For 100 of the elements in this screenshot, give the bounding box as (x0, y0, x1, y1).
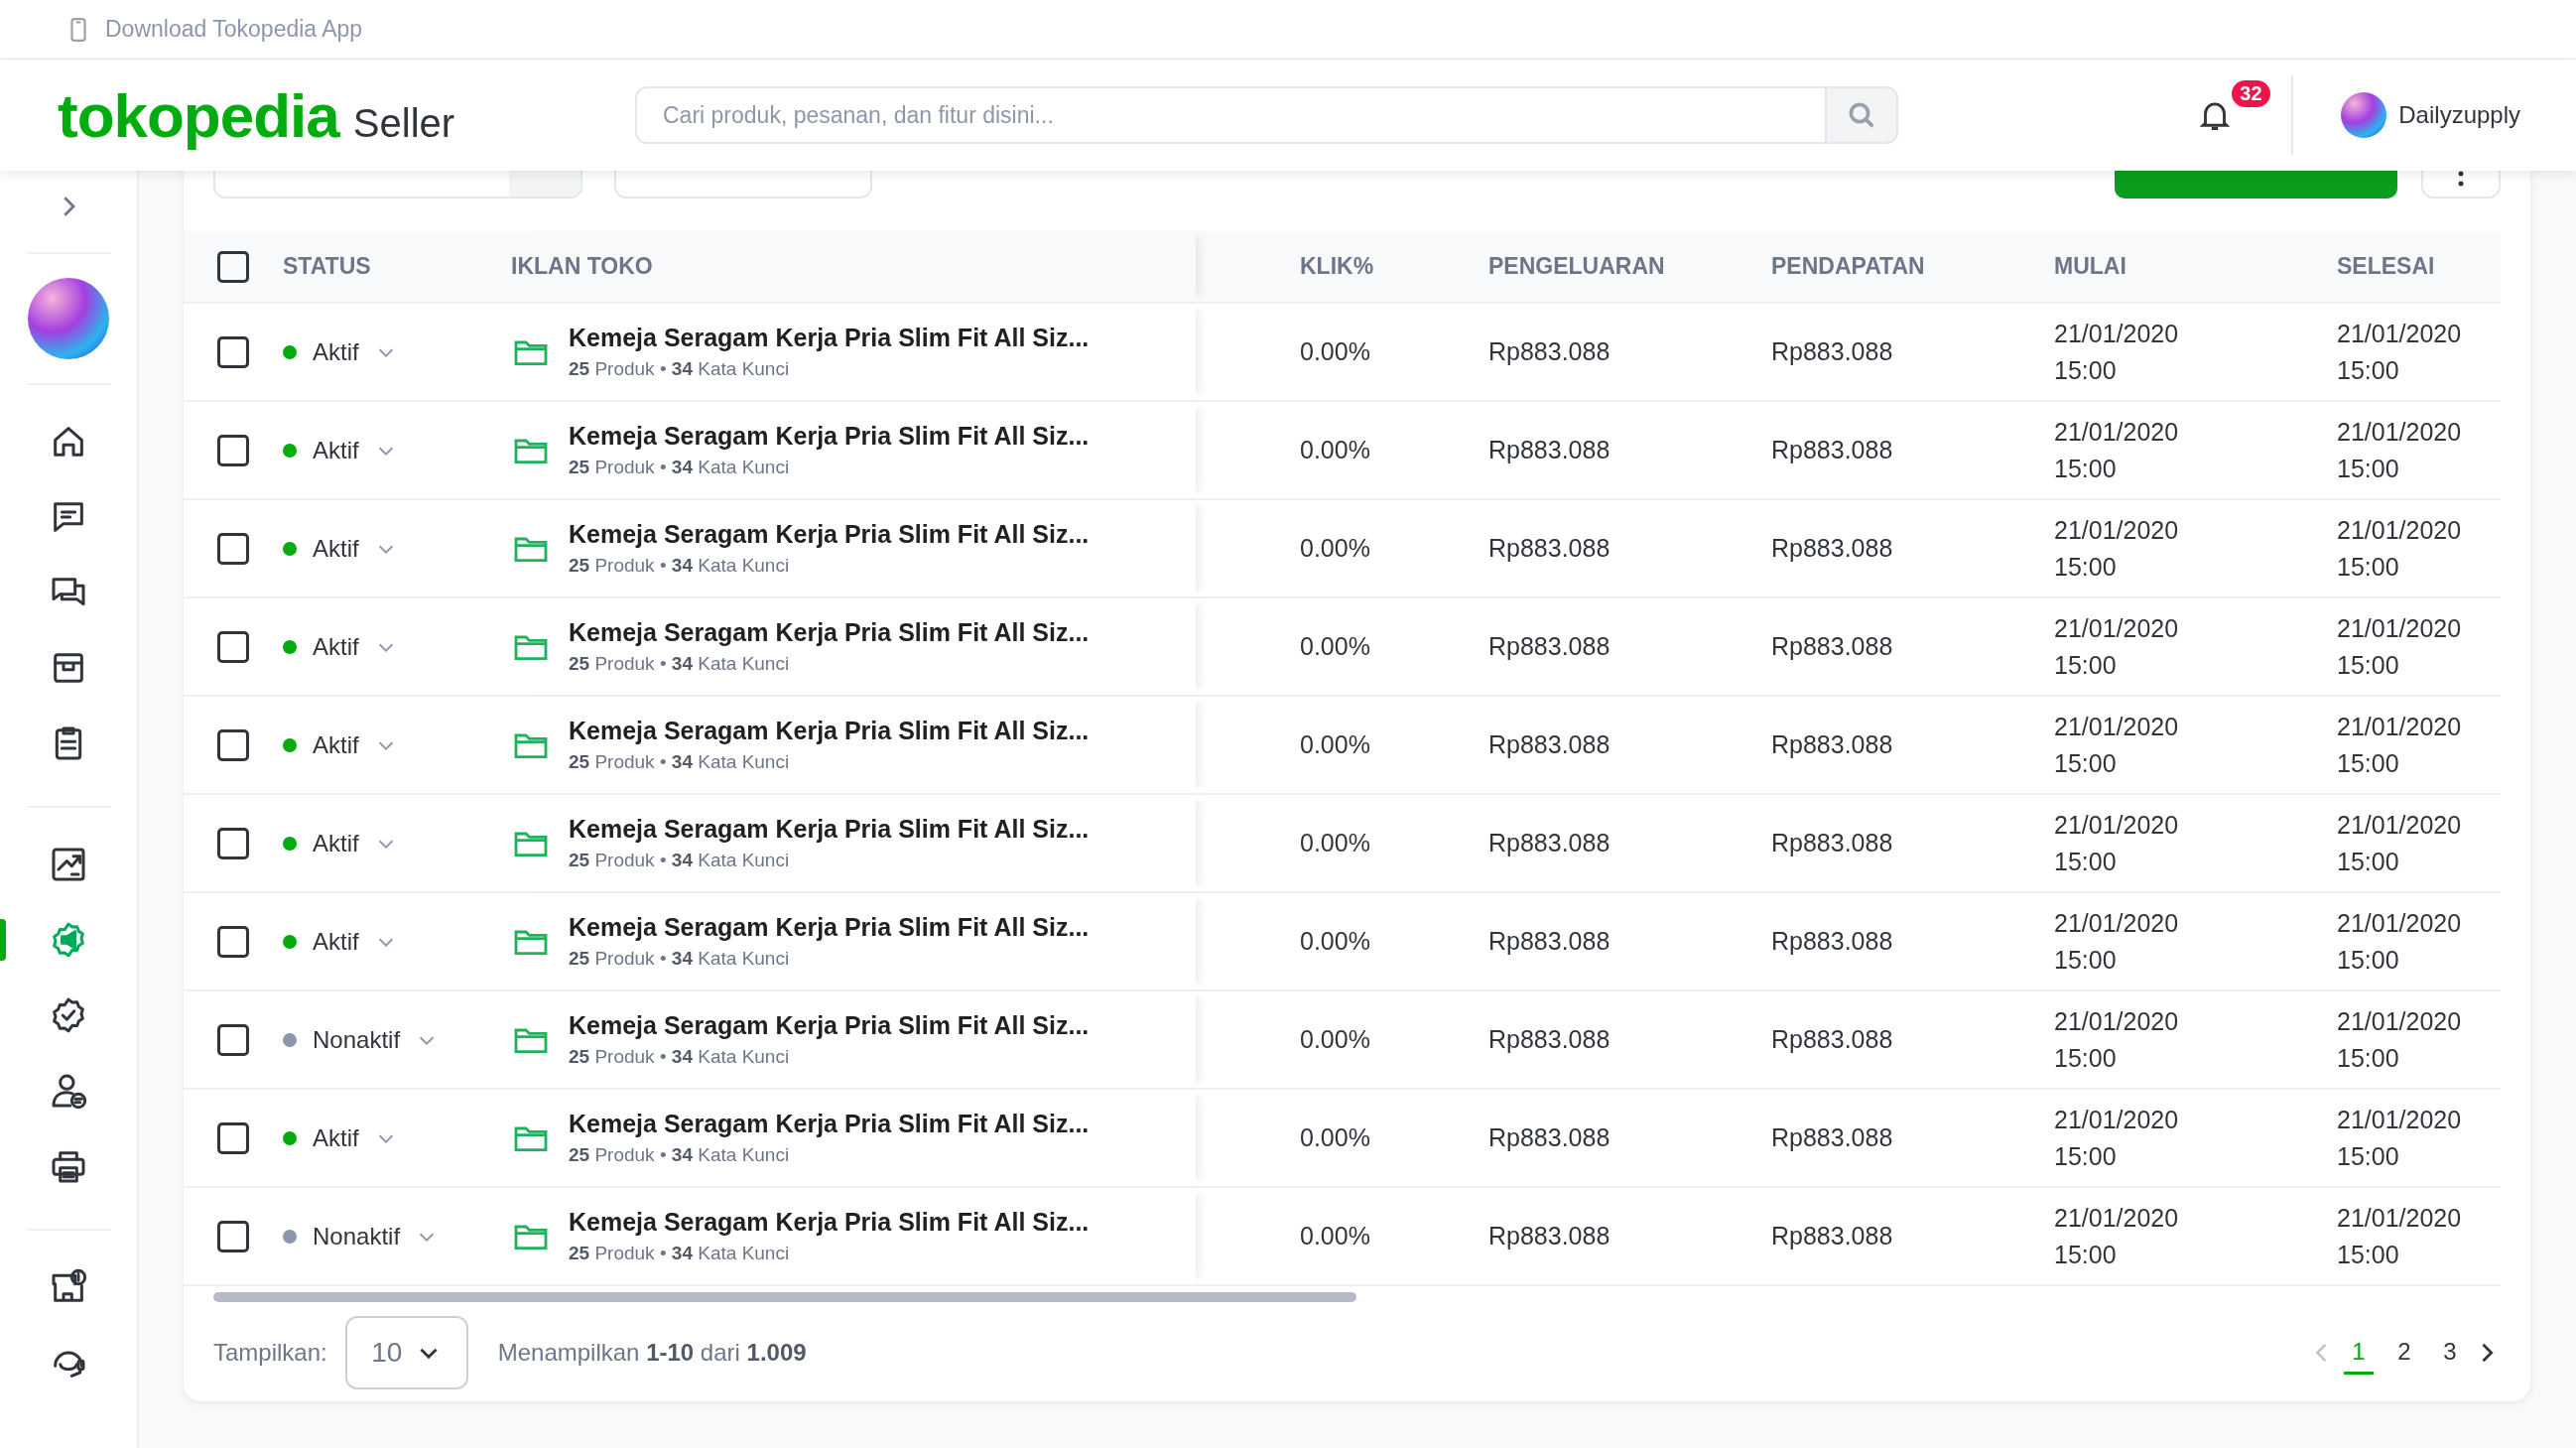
status-dropdown[interactable]: Aktif (313, 1123, 397, 1152)
table-cell: 0.00% (1300, 534, 1370, 563)
ad-title-link[interactable]: Kemeja Seragam Kerja Pria Slim Fit All Siz... (569, 815, 1090, 844)
table-cell-text: 21/01/2020 15:00 (2337, 319, 2463, 386)
ad-title-link[interactable]: Kemeja Seragam Kerja Pria Slim Fit All Siz... (569, 520, 1090, 549)
table-cell: Rp883.088 (1771, 730, 1893, 759)
column-header[interactable]: PENDAPATAN (1771, 253, 1925, 280)
ad-meta-text: 25 Produk • 34 Kata Kunci (569, 1144, 791, 1166)
table-cell-text: 21/01/2020 15:00 (2054, 908, 2180, 976)
column-header[interactable]: KLIK% (1300, 253, 1374, 280)
table-cell: 0.00% (1300, 730, 1370, 759)
table-cell: Rp883.088 (1488, 632, 1610, 661)
table-cell: Rp883.088 (1771, 1222, 1893, 1251)
table-cell: 0.00% (1300, 436, 1370, 464)
table-cell: 0.00% (1300, 829, 1370, 857)
status-dropdown[interactable]: Nonaktif (313, 1222, 439, 1251)
column-header[interactable]: MULAI (2054, 253, 2126, 280)
search-field[interactable]: Cari produk, pesanan, dan fitur disini... (635, 86, 1825, 144)
row-checkbox[interactable] (217, 630, 249, 663)
ad-title-link[interactable]: Kemeja Seragam Kerja Pria Slim Fit All Siz... (569, 1011, 1090, 1040)
table-cell: Rp883.088 (1488, 927, 1610, 956)
status-dropdown[interactable]: Aktif (313, 730, 397, 759)
table-cell: Rp883.088 (1488, 1222, 1610, 1251)
status-dropdown[interactable]: Aktif (313, 829, 397, 857)
table-cell: Rp883.088 (1771, 829, 1893, 857)
table-cell-text: 21/01/2020 15:00 (2337, 613, 2463, 681)
table-cell-text: 21/01/2020 15:00 (2337, 1203, 2463, 1270)
table-cell: 0.00% (1300, 632, 1370, 661)
row-checkbox[interactable] (217, 1220, 249, 1252)
table-cell-text: 21/01/2020 15:00 (2054, 613, 2180, 681)
table-cell-text: 21/01/2020 15:00 (2054, 319, 2180, 386)
ad-meta-text: 25 Produk • 34 Kata Kunci (569, 555, 791, 577)
table-cell-text: 21/01/2020 15:00 (2337, 1006, 2463, 1074)
ad-meta-text: 25 Produk • 34 Kata Kunci (569, 653, 791, 675)
table-cell: 0.00% (1300, 1123, 1370, 1152)
row-checkbox[interactable] (217, 1023, 249, 1056)
column-header[interactable]: STATUS (283, 253, 371, 280)
status-dropdown[interactable]: Aktif (313, 632, 397, 661)
table-cell: Rp883.088 (1488, 534, 1610, 563)
ad-title-link[interactable]: Kemeja Seragam Kerja Pria Slim Fit All Siz... (569, 1110, 1090, 1138)
ad-meta-text: 25 Produk • 34 Kata Kunci (569, 1243, 791, 1264)
table-cell: Rp883.088 (1488, 1123, 1610, 1152)
table-cell-text: 21/01/2020 15:00 (2054, 1203, 2180, 1270)
table-cell: 0.00% (1300, 927, 1370, 956)
table-cell-text: 21/01/2020 15:00 (2054, 1006, 2180, 1074)
table-cell-text: 21/01/2020 15:00 (2337, 417, 2463, 484)
column-header[interactable]: IKLAN TOKO (511, 253, 653, 280)
row-checkbox[interactable] (217, 925, 249, 958)
ad-title-link[interactable]: Kemeja Seragam Kerja Pria Slim Fit All Siz... (569, 913, 1090, 942)
page-button[interactable]: 2 (2389, 1331, 2419, 1375)
status-dropdown[interactable]: Nonaktif (313, 1025, 439, 1054)
status-dropdown[interactable]: Aktif (313, 927, 397, 956)
row-checkbox[interactable] (217, 1121, 249, 1154)
ad-meta-text: 25 Produk • 34 Kata Kunci (569, 751, 791, 773)
page-size-label: Tampilkan: (213, 1339, 327, 1367)
ad-title-link[interactable]: Kemeja Seragam Kerja Pria Slim Fit All Siz... (569, 324, 1090, 352)
table-cell: Rp883.088 (1771, 927, 1893, 956)
table-cell-text: 21/01/2020 15:00 (2054, 515, 2180, 583)
table-cell-text: 21/01/2020 15:00 (2054, 810, 2180, 877)
table-cell-text: 21/01/2020 15:00 (2337, 712, 2463, 779)
row-checkbox[interactable] (217, 827, 249, 859)
page-button[interactable]: 3 (2435, 1331, 2465, 1375)
ad-title-link[interactable]: Kemeja Seragam Kerja Pria Slim Fit All Siz... (569, 717, 1090, 745)
table-cell: Rp883.088 (1488, 730, 1610, 759)
results-summary: Menampilkan 1-10 dari 1.009 (497, 1339, 807, 1367)
table-cell-text: 21/01/2020 15:00 (2337, 908, 2463, 976)
table-cell: Rp883.088 (1771, 1123, 1893, 1152)
table-cell: Rp883.088 (1771, 632, 1893, 661)
ad-meta-text: 25 Produk • 34 Kata Kunci (569, 1046, 791, 1068)
scrollbar[interactable] (213, 1292, 1356, 1302)
table-cell: Rp883.088 (1771, 1025, 1893, 1054)
status-dropdown[interactable]: Aktif (313, 337, 397, 366)
status-dropdown[interactable]: Aktif (313, 534, 397, 563)
ad-title-link[interactable]: Kemeja Seragam Kerja Pria Slim Fit All Siz... (569, 422, 1090, 451)
ad-title-link[interactable]: Kemeja Seragam Kerja Pria Slim Fit All Siz... (569, 618, 1090, 647)
row-checkbox[interactable] (217, 532, 249, 565)
page-size-dropdown[interactable]: 10 (344, 1316, 468, 1389)
ad-meta-text: 25 Produk • 34 Kata Kunci (569, 948, 791, 970)
table-cell: Rp883.088 (1488, 436, 1610, 464)
ad-title-link[interactable]: Kemeja Seragam Kerja Pria Slim Fit All Siz... (569, 1208, 1090, 1237)
logo-subtitle: Seller (352, 100, 455, 146)
table-cell-text: 21/01/2020 15:00 (2337, 1105, 2463, 1172)
select-all-checkbox[interactable] (217, 250, 249, 283)
row-checkbox[interactable] (217, 434, 249, 466)
table-cell: Rp883.088 (1771, 534, 1893, 563)
table-cell-text: 21/01/2020 15:00 (2054, 1105, 2180, 1172)
table-cell-text: 21/01/2020 15:00 (2337, 810, 2463, 877)
status-dropdown[interactable]: Aktif (313, 436, 397, 464)
table-cell: 0.00% (1300, 1025, 1370, 1054)
notification-badge: 32 (2232, 80, 2270, 107)
table-cell: Rp883.088 (1488, 1025, 1610, 1054)
ad-meta-text: 25 Produk • 34 Kata Kunci (569, 457, 791, 478)
column-header[interactable]: SELESAI (2337, 253, 2435, 280)
row-checkbox[interactable] (217, 335, 249, 368)
row-checkbox[interactable] (217, 728, 249, 761)
ad-meta-text: 25 Produk • 34 Kata Kunci (569, 358, 791, 380)
table-cell: 0.00% (1300, 1222, 1370, 1251)
column-header[interactable]: PENGELUARAN (1488, 253, 1665, 280)
shop-avatar[interactable] (2341, 92, 2387, 138)
user-name[interactable]: Dailyzupply (2398, 101, 2520, 129)
